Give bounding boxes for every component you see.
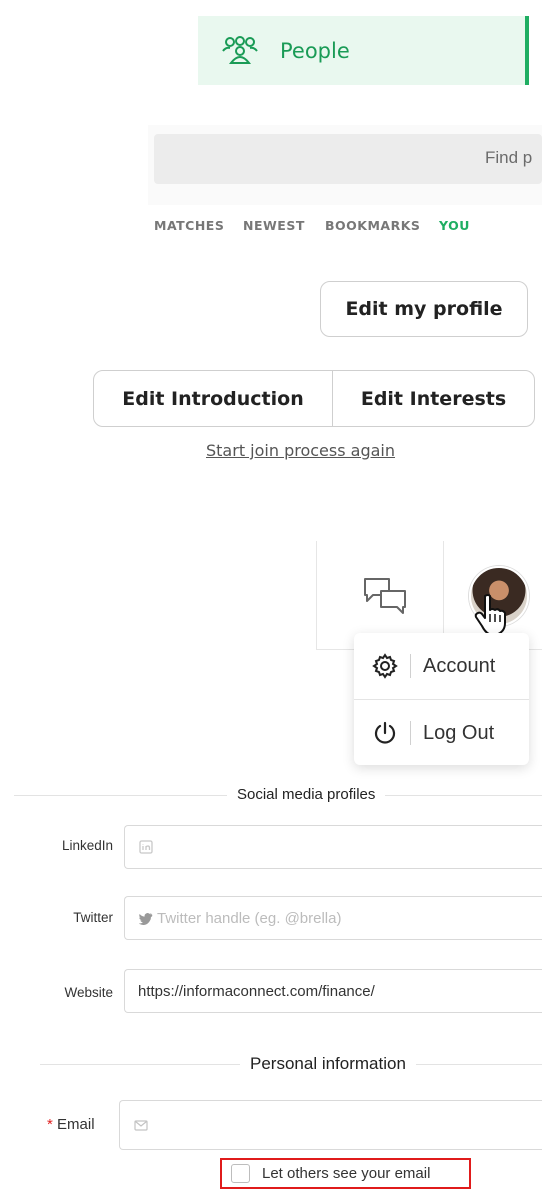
menu-item-logout-label: Log Out — [423, 721, 495, 744]
nav-item-people-label: People — [280, 39, 350, 63]
menu-separator — [410, 721, 411, 745]
edit-interests-button[interactable]: Edit Interests — [333, 371, 534, 426]
tab-newest[interactable]: NEWEST — [243, 218, 305, 233]
edit-profile-button[interactable]: Edit my profile — [320, 281, 528, 337]
mail-icon — [134, 1120, 148, 1131]
show-email-label[interactable]: Let others see your email — [262, 1165, 430, 1182]
show-email-option: Let others see your email — [220, 1158, 471, 1189]
restart-join-link[interactable]: Start join process again — [206, 441, 395, 460]
twitter-field[interactable]: Twitter handle (eg. @brella) — [124, 896, 542, 940]
linkedin-field[interactable] — [124, 825, 542, 869]
tab-bookmarks[interactable]: BOOKMARKS — [325, 218, 420, 233]
linkedin-label: LinkedIn — [61, 838, 113, 853]
power-icon — [374, 721, 396, 744]
linkedin-icon — [139, 840, 153, 854]
website-value: https://informaconnect.com/finance/ — [138, 982, 375, 1000]
menu-divider — [354, 699, 529, 700]
menu-separator — [410, 654, 411, 678]
section-title-personal: Personal information — [240, 1054, 416, 1074]
website-field[interactable]: https://informaconnect.com/finance/ — [124, 969, 542, 1013]
twitter-label: Twitter — [73, 910, 113, 925]
edit-button-group: Edit Introduction Edit Interests — [93, 370, 535, 427]
gear-icon — [372, 653, 398, 679]
search-input[interactable]: Find p — [154, 134, 542, 184]
twitter-placeholder: Twitter handle (eg. @brella) — [157, 909, 342, 927]
search-placeholder: Find p — [485, 148, 533, 167]
menu-item-account-label: Account — [423, 654, 496, 677]
hand-cursor-icon — [474, 594, 506, 635]
edit-introduction-button[interactable]: Edit Introduction — [94, 371, 333, 426]
people-icon — [222, 36, 258, 64]
email-label-wrap: * Email — [47, 1116, 95, 1133]
menu-item-account[interactable]: Account — [354, 634, 529, 698]
email-label: Email — [57, 1116, 95, 1133]
menu-item-logout[interactable]: Log Out — [354, 701, 529, 765]
user-menu: Account Log Out — [354, 633, 529, 765]
show-email-checkbox[interactable] — [231, 1164, 250, 1183]
email-field[interactable] — [119, 1100, 542, 1150]
chat-icon[interactable] — [362, 576, 408, 616]
tab-matches[interactable]: MATCHES — [154, 218, 224, 233]
website-label: Website — [64, 985, 113, 1000]
tab-you[interactable]: YOU — [439, 218, 470, 233]
twitter-icon — [139, 913, 153, 925]
required-marker: * — [47, 1116, 53, 1133]
section-title-social: Social media profiles — [227, 786, 386, 803]
